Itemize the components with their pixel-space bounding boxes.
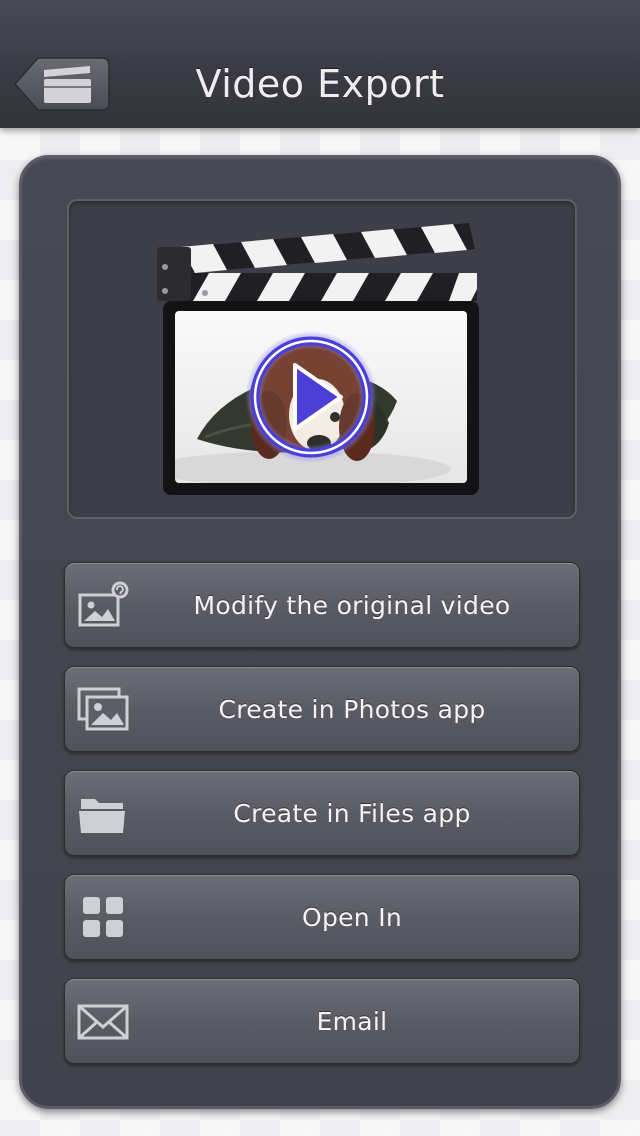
create-in-photos-label: Create in Photos app xyxy=(218,695,486,724)
envelope-icon xyxy=(77,1004,129,1040)
photo-edit-icon xyxy=(78,581,129,627)
email-label: Email xyxy=(316,1007,388,1036)
modify-original-video-button[interactable]: Modify the original video xyxy=(64,562,580,648)
open-in-label: Open In xyxy=(301,903,403,932)
export-panel: Modify the original video Create in Phot… xyxy=(19,155,621,1109)
create-in-photos-button[interactable]: Create in Photos app xyxy=(64,666,580,752)
folder-icon xyxy=(79,799,125,833)
photos-icon xyxy=(77,687,129,731)
navigation-bar: Video Export xyxy=(0,0,640,128)
play-icon[interactable] xyxy=(245,331,377,463)
clapper-hinge xyxy=(157,247,191,301)
back-button[interactable] xyxy=(13,57,110,111)
page-title: Video Export xyxy=(195,62,445,106)
modify-original-video-label: Modify the original video xyxy=(193,591,511,620)
clapperboard-icon xyxy=(44,66,91,103)
video-preview xyxy=(67,199,577,519)
clapperboard-thumbnail xyxy=(157,223,479,495)
create-in-files-button[interactable]: Create in Files app xyxy=(64,770,580,856)
back-button-shape xyxy=(13,57,110,111)
open-in-button[interactable]: Open In xyxy=(64,874,580,960)
grid-icon xyxy=(83,897,123,937)
create-in-files-label: Create in Files app xyxy=(233,799,471,828)
email-button[interactable]: Email xyxy=(64,978,580,1064)
clapper-bar xyxy=(159,273,477,301)
clapper-stick xyxy=(159,223,475,275)
